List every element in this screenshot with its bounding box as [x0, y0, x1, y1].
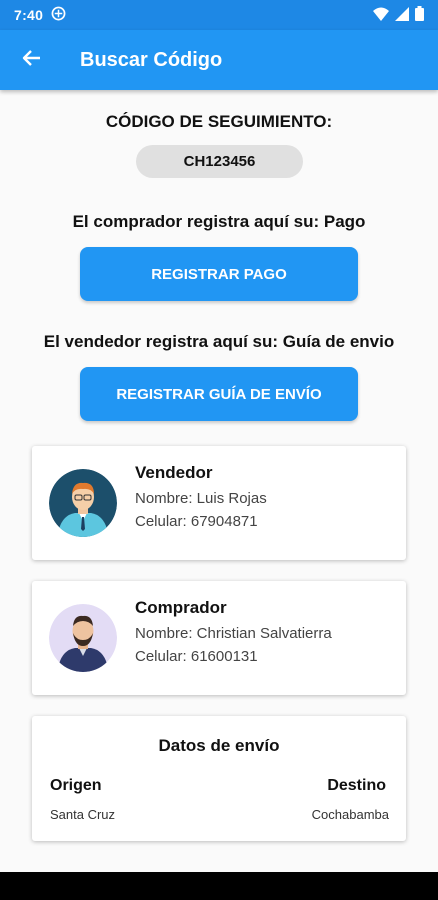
seller-name: Nombre: Luis Rojas — [135, 490, 267, 507]
seller-card: Vendedor Nombre: Luis Rojas Celular: 679… — [32, 446, 406, 560]
wifi-icon — [373, 7, 389, 24]
origin-value: Santa Cruz — [50, 807, 116, 822]
tracking-label: CÓDIGO DE SEGUIMIENTO: — [105, 112, 333, 131]
destination-value: Cochabamba — [311, 807, 389, 822]
battery-icon — [415, 6, 424, 24]
cell-signal-icon — [395, 6, 409, 24]
register-shipping-guide-button[interactable]: REGISTRAR GUÍA DE ENVÍO — [80, 367, 358, 421]
page-title: Buscar Código — [80, 48, 223, 71]
main-content: CÓDIGO DE SEGUIMIENTO: CH123456 El compr… — [0, 90, 438, 872]
seller-role-label: Vendedor — [135, 463, 213, 482]
buyer-phone: Celular: 61600131 — [135, 648, 258, 665]
register-payment-button[interactable]: REGISTRAR PAGO — [80, 247, 358, 301]
system-navigation-bar — [0, 872, 438, 900]
seller-prompt: El vendedor registra aquí su: Guía de en… — [43, 332, 395, 351]
seller-phone: Celular: 67904871 — [135, 513, 258, 530]
app-notification-icon — [51, 6, 66, 24]
origin-label: Origen — [50, 777, 102, 794]
buyer-prompt: El comprador registra aquí su: Pago — [72, 212, 366, 231]
destination-label: Destino — [327, 777, 386, 794]
status-bar: 7:40 — [0, 0, 438, 30]
shipping-title: Datos de envío — [158, 736, 280, 755]
buyer-avatar — [49, 604, 117, 672]
buyer-role-label: Comprador — [135, 598, 227, 617]
buyer-card: Comprador Nombre: Christian Salvatierra … — [32, 581, 406, 695]
seller-avatar — [49, 469, 117, 537]
status-time: 7:40 — [14, 7, 44, 23]
tracking-code-chip: CH123456 — [136, 145, 303, 178]
buyer-name: Nombre: Christian Salvatierra — [135, 625, 332, 642]
arrow-back-icon — [22, 48, 42, 73]
app-bar: Buscar Código — [0, 30, 438, 90]
back-button[interactable] — [4, 30, 60, 90]
shipping-details-card: Datos de envío Origen Santa Cruz Destino… — [32, 716, 406, 841]
